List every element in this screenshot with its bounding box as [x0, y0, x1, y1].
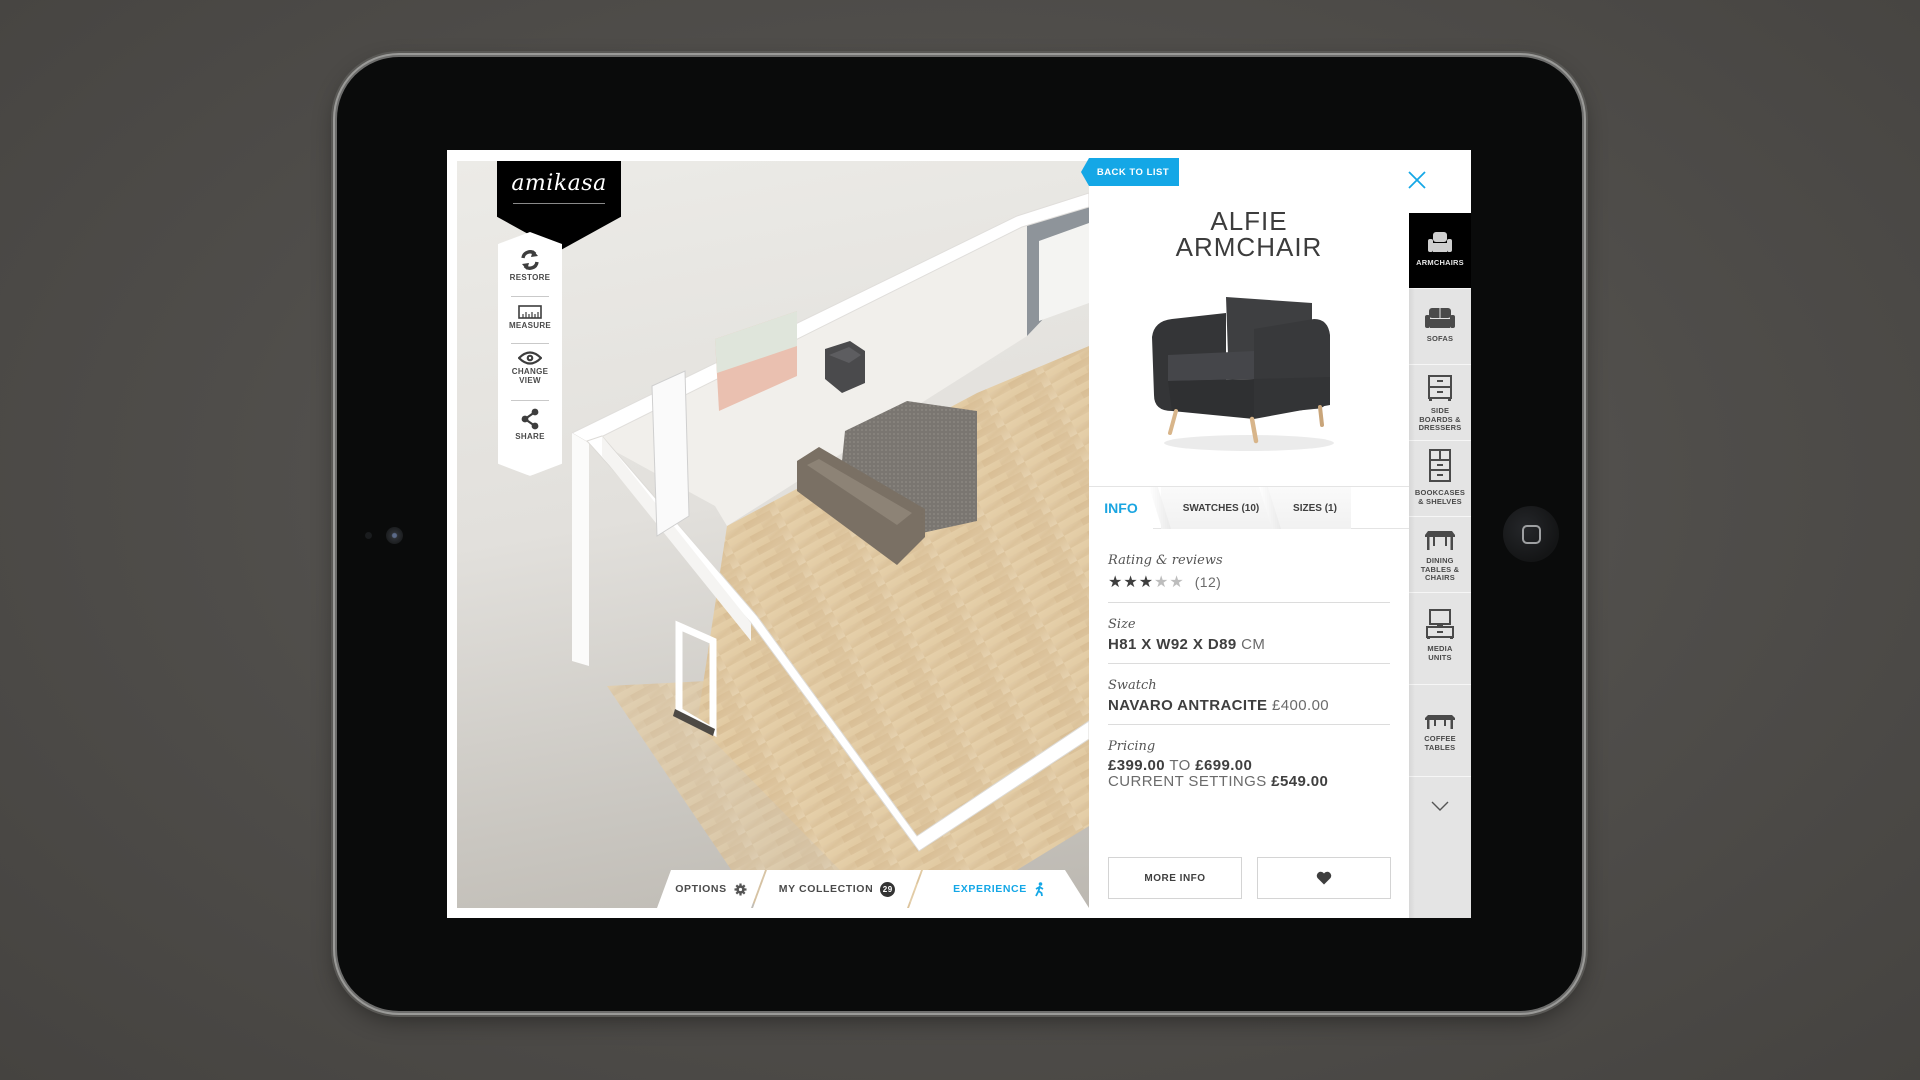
share-button[interactable]: SHARE	[504, 408, 556, 441]
bookcase-icon	[1429, 449, 1451, 482]
current-settings-label: CURRENT SETTINGS	[1108, 773, 1267, 790]
home-square-icon	[1521, 524, 1541, 544]
star-filled-icon: ★	[1123, 574, 1139, 591]
tool-divider	[511, 343, 549, 344]
rating-value[interactable]: ★★★★★ (12)	[1108, 572, 1390, 592]
category-armchairs-label: ARMCHAIRS	[1416, 258, 1464, 267]
restore-icon	[521, 250, 539, 270]
rating-row: Rating & reviews ★★★★★ (12)	[1108, 535, 1390, 603]
share-label: SHARE	[515, 432, 545, 441]
armchair-icon	[1428, 232, 1452, 252]
armchair-product-image	[1152, 297, 1334, 451]
pricing-row: Pricing £399.00 TO £699.00 CURRENT SETTI…	[1108, 725, 1390, 800]
star-filled-icon: ★	[1138, 574, 1155, 591]
swatch-name: NAVARO ANTRACITE	[1108, 697, 1268, 714]
size-row: Size H81 X W92 X D89 CM	[1108, 603, 1390, 664]
options-label: OPTIONS	[675, 883, 727, 895]
star-empty-icon: ★	[1154, 574, 1170, 591]
category-sideboards[interactable]: SIDE BOARDS & DRESSERS	[1409, 365, 1471, 441]
brand-wordmark: amikasa	[511, 171, 607, 196]
size-value: H81 X W92 X D89	[1108, 636, 1237, 653]
measure-button[interactable]: MEASURE	[504, 305, 556, 330]
sofa-icon	[1425, 308, 1455, 328]
camera-icon	[386, 527, 403, 544]
dining-table-icon	[1425, 531, 1455, 550]
options-button[interactable]: OPTIONS	[657, 870, 765, 908]
category-media-units-label: MEDIA UNITS	[1427, 644, 1453, 662]
home-button[interactable]	[1503, 506, 1559, 562]
info-section: Rating & reviews ★★★★★ (12) Size H81 X W9…	[1108, 535, 1390, 800]
chevron-down-icon	[1431, 801, 1449, 811]
category-rail: ARMCHAIRS SOFAS SIDE BOARDS & DRESSERS B…	[1409, 213, 1471, 918]
experience-button[interactable]: EXPERIENCE	[909, 870, 1089, 908]
star-rating[interactable]: ★★★★★	[1108, 574, 1185, 591]
category-coffee-tables-label: COFFEE TABLES	[1424, 734, 1456, 752]
gear-icon	[734, 883, 747, 896]
my-collection-label: MY COLLECTION	[778, 883, 874, 895]
star-filled-icon: ★	[1108, 574, 1124, 591]
sensor-dot	[365, 532, 372, 539]
experience-label: EXPERIENCE	[953, 883, 1027, 895]
product-title-line2: ARMCHAIR	[1175, 232, 1323, 262]
product-title: ALFIE ARMCHAIR	[1089, 208, 1409, 260]
my-collection-button[interactable]: MY COLLECTION 29	[753, 870, 921, 908]
product-title-line1: ALFIE	[1210, 206, 1288, 236]
review-count[interactable]: (12)	[1195, 574, 1222, 590]
tab-info[interactable]: INFO	[1089, 487, 1153, 529]
app-screen: amikasa RESTORE MEASURE CHANGE VIEW SHAR…	[447, 150, 1471, 918]
category-media-units[interactable]: MEDIA UNITS	[1409, 593, 1471, 685]
category-sideboards-label: SIDE BOARDS & DRESSERS	[1418, 406, 1462, 432]
collection-count-badge: 29	[880, 882, 895, 897]
price-to: TO	[1169, 757, 1191, 774]
tab-sizes[interactable]: SIZES (1)	[1279, 487, 1351, 529]
category-armchairs[interactable]: ARMCHAIRS	[1409, 213, 1471, 289]
category-dining[interactable]: DINING TABLES & CHAIRS	[1409, 517, 1471, 593]
swatch-price: £400.00	[1272, 697, 1330, 714]
bottom-bar: OPTIONS MY COLLECTION 29 EXPERIENCE	[657, 870, 1089, 908]
size-label: Size	[1108, 617, 1136, 632]
category-bookcases[interactable]: BOOKCASES & SHELVES	[1409, 441, 1471, 517]
change-view-button[interactable]: CHANGE VIEW	[504, 351, 556, 385]
heart-icon	[1316, 871, 1332, 885]
back-to-list-button[interactable]: BACK TO LIST	[1081, 158, 1179, 186]
price-max: £699.00	[1195, 757, 1253, 774]
product-detail-panel: BACK TO LIST ALFIE ARMCHAIR SWATCHES (10…	[1081, 150, 1409, 918]
category-sofas-label: SOFAS	[1426, 334, 1454, 343]
category-bookcases-label: BOOKCASES & SHELVES	[1414, 488, 1466, 506]
door[interactable]	[651, 370, 690, 537]
change-view-label: CHANGE VIEW	[511, 367, 549, 385]
size-unit: CM	[1241, 636, 1266, 653]
share-icon	[521, 408, 539, 430]
ruler-icon	[518, 305, 542, 319]
category-dining-label: DINING TABLES & CHAIRS	[1420, 556, 1460, 582]
measure-label: MEASURE	[508, 321, 552, 330]
pricing-label: Pricing	[1108, 739, 1156, 754]
price-min: £399.00	[1108, 757, 1166, 774]
eye-icon	[518, 351, 542, 365]
detail-tabs: SWATCHES (10) SIZES (1) INFO	[1089, 486, 1409, 529]
category-sofas[interactable]: SOFAS	[1409, 289, 1471, 365]
dresser-icon	[1428, 375, 1452, 401]
left-wall	[572, 433, 589, 666]
media-unit-icon	[1426, 609, 1454, 639]
scroll-down-button[interactable]	[1409, 777, 1471, 833]
room-viewport[interactable]: amikasa RESTORE MEASURE CHANGE VIEW SHAR…	[457, 161, 1089, 908]
rating-label: Rating & reviews	[1108, 553, 1223, 568]
tool-divider	[511, 400, 549, 401]
tool-palette: RESTORE MEASURE CHANGE VIEW SHARE	[498, 232, 562, 476]
tool-divider	[511, 296, 549, 297]
category-coffee-tables[interactable]: COFFEE TABLES	[1409, 685, 1471, 777]
restore-button[interactable]: RESTORE	[504, 249, 556, 282]
logo-rule	[513, 203, 605, 204]
swatch-label: Swatch	[1108, 678, 1157, 693]
more-info-button[interactable]: MORE INFO	[1108, 857, 1242, 899]
current-price: £549.00	[1271, 773, 1329, 790]
close-icon[interactable]	[1408, 171, 1426, 189]
favorite-button[interactable]	[1257, 857, 1391, 899]
swatch-row: Swatch NAVARO ANTRACITE £400.00	[1108, 664, 1390, 725]
star-empty-icon: ★	[1169, 574, 1185, 591]
restore-label: RESTORE	[509, 273, 551, 282]
coffee-table-icon	[1425, 715, 1455, 729]
walking-person-icon	[1034, 882, 1045, 897]
